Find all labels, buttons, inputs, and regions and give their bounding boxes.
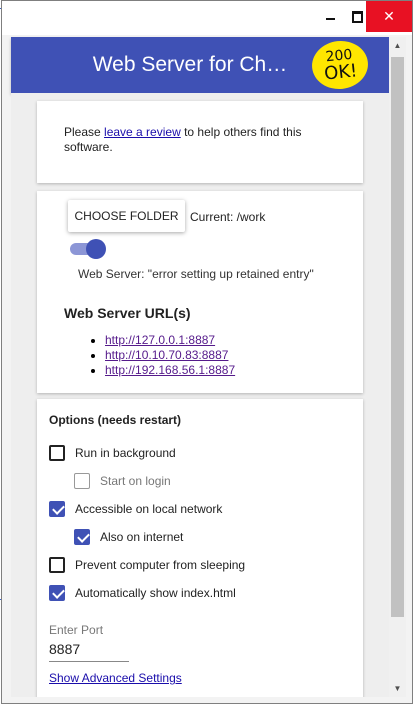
option-prevent-sleep[interactable]: Prevent computer from sleeping: [49, 557, 245, 573]
close-button[interactable]: ✕: [366, 1, 412, 32]
port-input[interactable]: 8887: [49, 641, 129, 662]
list-item: http://10.10.70.83:8887: [105, 348, 235, 363]
review-prefix: Please: [64, 125, 105, 139]
option-start-on-login[interactable]: Start on login: [74, 473, 171, 489]
review-text: Please leave a review to help others fin…: [64, 125, 334, 155]
option-also-on-internet[interactable]: Also on internet: [74, 529, 183, 545]
option-label: Also on internet: [100, 530, 184, 544]
choose-folder-button[interactable]: CHOOSE FOLDER: [68, 200, 185, 232]
checkbox[interactable]: [49, 585, 65, 601]
server-card: CHOOSE FOLDER Current: /work Web Server:…: [37, 191, 363, 393]
scroll-down-icon[interactable]: ▼: [389, 680, 406, 697]
close-icon: ✕: [383, 8, 395, 24]
server-toggle[interactable]: [70, 239, 106, 259]
option-accessible-local-network[interactable]: Accessible on local network: [49, 501, 222, 517]
minimize-button[interactable]: [315, 1, 345, 32]
logo-badge-text: OK!: [323, 59, 359, 85]
review-card: Please leave a review to help others fin…: [37, 101, 363, 183]
main-content: Please leave a review to help others fin…: [11, 93, 389, 697]
checkbox[interactable]: [49, 501, 65, 517]
option-label: Prevent computer from sleeping: [75, 558, 246, 572]
leave-review-link[interactable]: leave a review: [104, 125, 181, 139]
option-label: Automatically show index.html: [75, 586, 236, 600]
option-label: Accessible on local network: [75, 502, 223, 516]
checkbox[interactable]: [74, 473, 90, 489]
list-item: http://192.168.56.1:8887: [105, 363, 235, 378]
checkbox[interactable]: [49, 445, 65, 461]
window-titlebar[interactable]: ✕: [2, 1, 412, 35]
maximize-icon: [351, 10, 363, 23]
app-header: Web Server for Ch… 200 OK!: [11, 37, 389, 93]
list-item: http://127.0.0.1:8887: [105, 333, 235, 348]
url-link[interactable]: http://192.168.56.1:8887: [105, 363, 235, 377]
checkbox[interactable]: [49, 557, 65, 573]
port-label: Enter Port: [49, 623, 104, 637]
url-link[interactable]: http://10.10.70.83:8887: [105, 348, 228, 362]
server-status: Web Server: "error setting up retained e…: [78, 267, 314, 281]
url-list: http://127.0.0.1:8887 http://10.10.70.83…: [89, 333, 235, 378]
minimize-icon: [325, 18, 335, 20]
option-show-index[interactable]: Automatically show index.html: [49, 585, 236, 601]
advanced-settings-link[interactable]: Show Advanced Settings: [49, 671, 182, 685]
scrollbar[interactable]: ▲ ▼: [389, 37, 406, 697]
options-heading: Options (needs restart): [49, 413, 182, 427]
scroll-up-icon[interactable]: ▲: [389, 37, 406, 54]
option-run-in-background[interactable]: Run in background: [49, 445, 176, 461]
current-folder-label: Current: /work: [190, 210, 266, 224]
options-card: Options (needs restart) Run in backgroun…: [37, 399, 363, 697]
scrollbar-thumb[interactable]: [391, 57, 404, 617]
app-window: ✕ Web Server for Ch… 200 OK! Please leav…: [1, 0, 413, 704]
checkbox[interactable]: [74, 529, 90, 545]
urls-heading: Web Server URL(s): [64, 305, 191, 321]
url-link[interactable]: http://127.0.0.1:8887: [105, 333, 215, 347]
option-label: Start on login: [100, 474, 171, 488]
toggle-knob[interactable]: [86, 239, 106, 259]
option-label: Run in background: [75, 446, 176, 460]
app-title: Web Server for Ch…: [92, 53, 288, 76]
